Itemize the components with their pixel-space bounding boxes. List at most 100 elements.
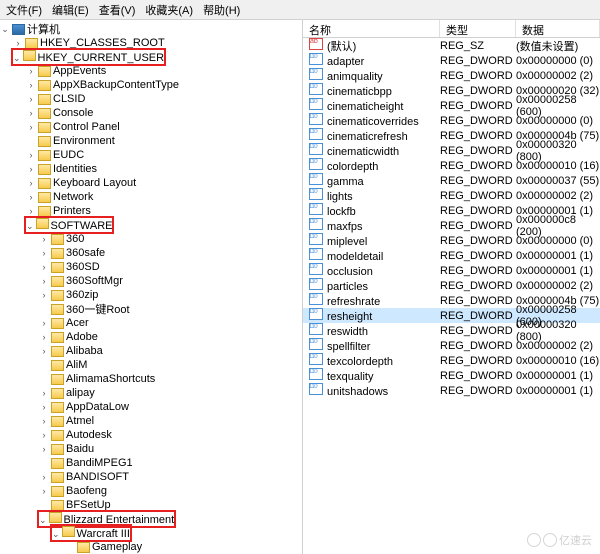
value-row[interactable]: occlusionREG_DWORD0x00000001 (1): [303, 263, 600, 278]
tree-item-warcraft[interactable]: ⌄Warcraft III: [0, 526, 302, 540]
tree-item-net[interactable]: ›Network: [0, 190, 302, 204]
value-row[interactable]: gammaREG_DWORD0x00000037 (55): [303, 173, 600, 188]
value-row[interactable]: maxfpsREG_DWORD0x000000c8 (200): [303, 218, 600, 233]
chevron-down-icon[interactable]: ⌄: [52, 529, 60, 539]
chevron-right-icon[interactable]: ›: [26, 178, 36, 188]
menu-help[interactable]: 帮助(H): [203, 2, 240, 17]
value-row[interactable]: colordepthREG_DWORD0x00000010 (16): [303, 158, 600, 173]
chevron-right-icon[interactable]: ›: [26, 150, 36, 160]
tree-item-baidu[interactable]: ›Baidu: [0, 442, 302, 456]
chevron-right-icon[interactable]: ›: [39, 234, 49, 244]
folder-icon: [51, 276, 64, 287]
value-row[interactable]: cinematicoverridesREG_DWORD0x00000000 (0…: [303, 113, 600, 128]
tree-item-360root[interactable]: 360一键Root: [0, 302, 302, 316]
tree-item-alipay[interactable]: ›alipay: [0, 386, 302, 400]
chevron-right-icon[interactable]: ›: [39, 416, 49, 426]
chevron-right-icon[interactable]: ›: [39, 332, 49, 342]
value-list[interactable]: 名称 类型 数据 (默认)REG_SZ(数值未设置)adapterREG_DWO…: [303, 20, 600, 554]
value-row[interactable]: reswidthREG_DWORD0x00000320 (800): [303, 323, 600, 338]
folder-icon: [38, 136, 51, 147]
folder-icon: [38, 94, 51, 105]
tree-item-eudc[interactable]: ›EUDC: [0, 148, 302, 162]
value-row[interactable]: particlesREG_DWORD0x00000002 (2): [303, 278, 600, 293]
menu-file[interactable]: 文件(F): [6, 2, 42, 17]
chevron-right-icon[interactable]: ›: [26, 66, 36, 76]
chevron-right-icon[interactable]: ›: [26, 108, 36, 118]
chevron-right-icon[interactable]: ›: [39, 444, 49, 454]
tree-item-360zip[interactable]: ›360zip: [0, 288, 302, 302]
tree-item-alim[interactable]: AliM: [0, 358, 302, 372]
tree-item-360sd[interactable]: ›360SD: [0, 260, 302, 274]
chevron-right-icon[interactable]: ›: [39, 290, 49, 300]
chevron-right-icon[interactable]: ›: [26, 94, 36, 104]
tree-item-acer[interactable]: ›Acer: [0, 316, 302, 330]
value-row[interactable]: spellfilterREG_DWORD0x00000002 (2): [303, 338, 600, 353]
chevron-right-icon[interactable]: ›: [26, 192, 36, 202]
chevron-right-icon[interactable]: ›: [13, 38, 23, 48]
menu-favorites[interactable]: 收藏夹(A): [145, 2, 193, 17]
tree-item-bandimpeg[interactable]: BandiMPEG1: [0, 456, 302, 470]
tree-item-360softmgr[interactable]: ›360SoftMgr: [0, 274, 302, 288]
tree-item-alibaba[interactable]: ›Alibaba: [0, 344, 302, 358]
chevron-right-icon[interactable]: ›: [39, 248, 49, 258]
chevron-right-icon[interactable]: ›: [39, 430, 49, 440]
tree-item-360safe[interactable]: ›360safe: [0, 246, 302, 260]
tree-item-blizzard[interactable]: ⌄Blizzard Entertainment: [0, 512, 302, 526]
chevron-down-icon[interactable]: ⌄: [0, 24, 10, 35]
chevron-right-icon[interactable]: ›: [39, 346, 49, 356]
chevron-right-icon[interactable]: ›: [26, 206, 36, 216]
value-row[interactable]: lightsREG_DWORD0x00000002 (2): [303, 188, 600, 203]
value-row[interactable]: miplevelREG_DWORD0x00000000 (0): [303, 233, 600, 248]
value-row[interactable]: modeldetailREG_DWORD0x00000001 (1): [303, 248, 600, 263]
chevron-right-icon[interactable]: ›: [39, 402, 49, 412]
registry-tree[interactable]: ⌄计算机›HKEY_CLASSES_ROOT⌄HKEY_CURRENT_USER…: [0, 20, 303, 554]
menu-view[interactable]: 查看(V): [99, 2, 136, 17]
tree-item-appdatalow[interactable]: ›AppDataLow: [0, 400, 302, 414]
tree-item-alimama[interactable]: AlimamaShortcuts: [0, 372, 302, 386]
tree-item-baofeng[interactable]: ›Baofeng: [0, 484, 302, 498]
value-row[interactable]: texcolordepthREG_DWORD0x00000010 (16): [303, 353, 600, 368]
menu-edit[interactable]: 编辑(E): [52, 2, 89, 17]
tree-item-autodesk[interactable]: ›Autodesk: [0, 428, 302, 442]
tree-item-adobe[interactable]: ›Adobe: [0, 330, 302, 344]
chevron-right-icon[interactable]: ›: [26, 80, 36, 90]
value-row[interactable]: animqualityREG_DWORD0x00000002 (2): [303, 68, 600, 83]
chevron-right-icon[interactable]: ›: [26, 164, 36, 174]
tree-item-bandisoft[interactable]: ›BANDISOFT: [0, 470, 302, 484]
value-row[interactable]: (默认)REG_SZ(数值未设置): [303, 38, 600, 53]
tree-item-console[interactable]: ›Console: [0, 106, 302, 120]
chevron-right-icon[interactable]: ›: [39, 388, 49, 398]
chevron-right-icon[interactable]: ›: [39, 486, 49, 496]
chevron-right-icon[interactable]: ›: [39, 262, 49, 272]
header-data[interactable]: 数据: [516, 20, 600, 37]
chevron-right-icon[interactable]: ›: [39, 472, 49, 482]
tree-item-hkcu[interactable]: ⌄HKEY_CURRENT_USER: [0, 50, 302, 64]
value-row[interactable]: unitshadowsREG_DWORD0x00000001 (1): [303, 383, 600, 398]
folder-icon: [51, 248, 64, 259]
watermark: 亿速云: [527, 532, 592, 548]
tree-item-appevents[interactable]: ›AppEvents: [0, 64, 302, 78]
chevron-right-icon[interactable]: ›: [26, 122, 36, 132]
value-row[interactable]: adapterREG_DWORD0x00000000 (0): [303, 53, 600, 68]
tree-item-gameplay[interactable]: Gameplay: [0, 540, 302, 554]
chevron-right-icon[interactable]: ›: [39, 276, 49, 286]
header-type[interactable]: 类型: [440, 20, 516, 37]
tree-item-360[interactable]: ›360: [0, 232, 302, 246]
tree-item-clsid[interactable]: ›CLSID: [0, 92, 302, 106]
chevron-down-icon[interactable]: ⌄: [39, 515, 47, 525]
value-row[interactable]: texqualityREG_DWORD0x00000001 (1): [303, 368, 600, 383]
tree-item-env[interactable]: Environment: [0, 134, 302, 148]
value-row[interactable]: cinematicheightREG_DWORD0x00000258 (600): [303, 98, 600, 113]
chevron-down-icon[interactable]: ⌄: [13, 53, 21, 63]
tree-item-keyb[interactable]: ›Keyboard Layout: [0, 176, 302, 190]
tree-item-cpanel[interactable]: ›Control Panel: [0, 120, 302, 134]
tree-item-software[interactable]: ⌄SOFTWARE: [0, 218, 302, 232]
header-name[interactable]: 名称: [303, 20, 440, 37]
tree-item-computer[interactable]: ⌄计算机: [0, 22, 302, 36]
tree-item-ident[interactable]: ›Identities: [0, 162, 302, 176]
tree-item-appx[interactable]: ›AppXBackupContentType: [0, 78, 302, 92]
chevron-right-icon[interactable]: ›: [39, 318, 49, 328]
tree-item-atmel[interactable]: ›Atmel: [0, 414, 302, 428]
value-row[interactable]: cinematicwidthREG_DWORD0x00000320 (800): [303, 143, 600, 158]
chevron-down-icon[interactable]: ⌄: [26, 221, 34, 231]
